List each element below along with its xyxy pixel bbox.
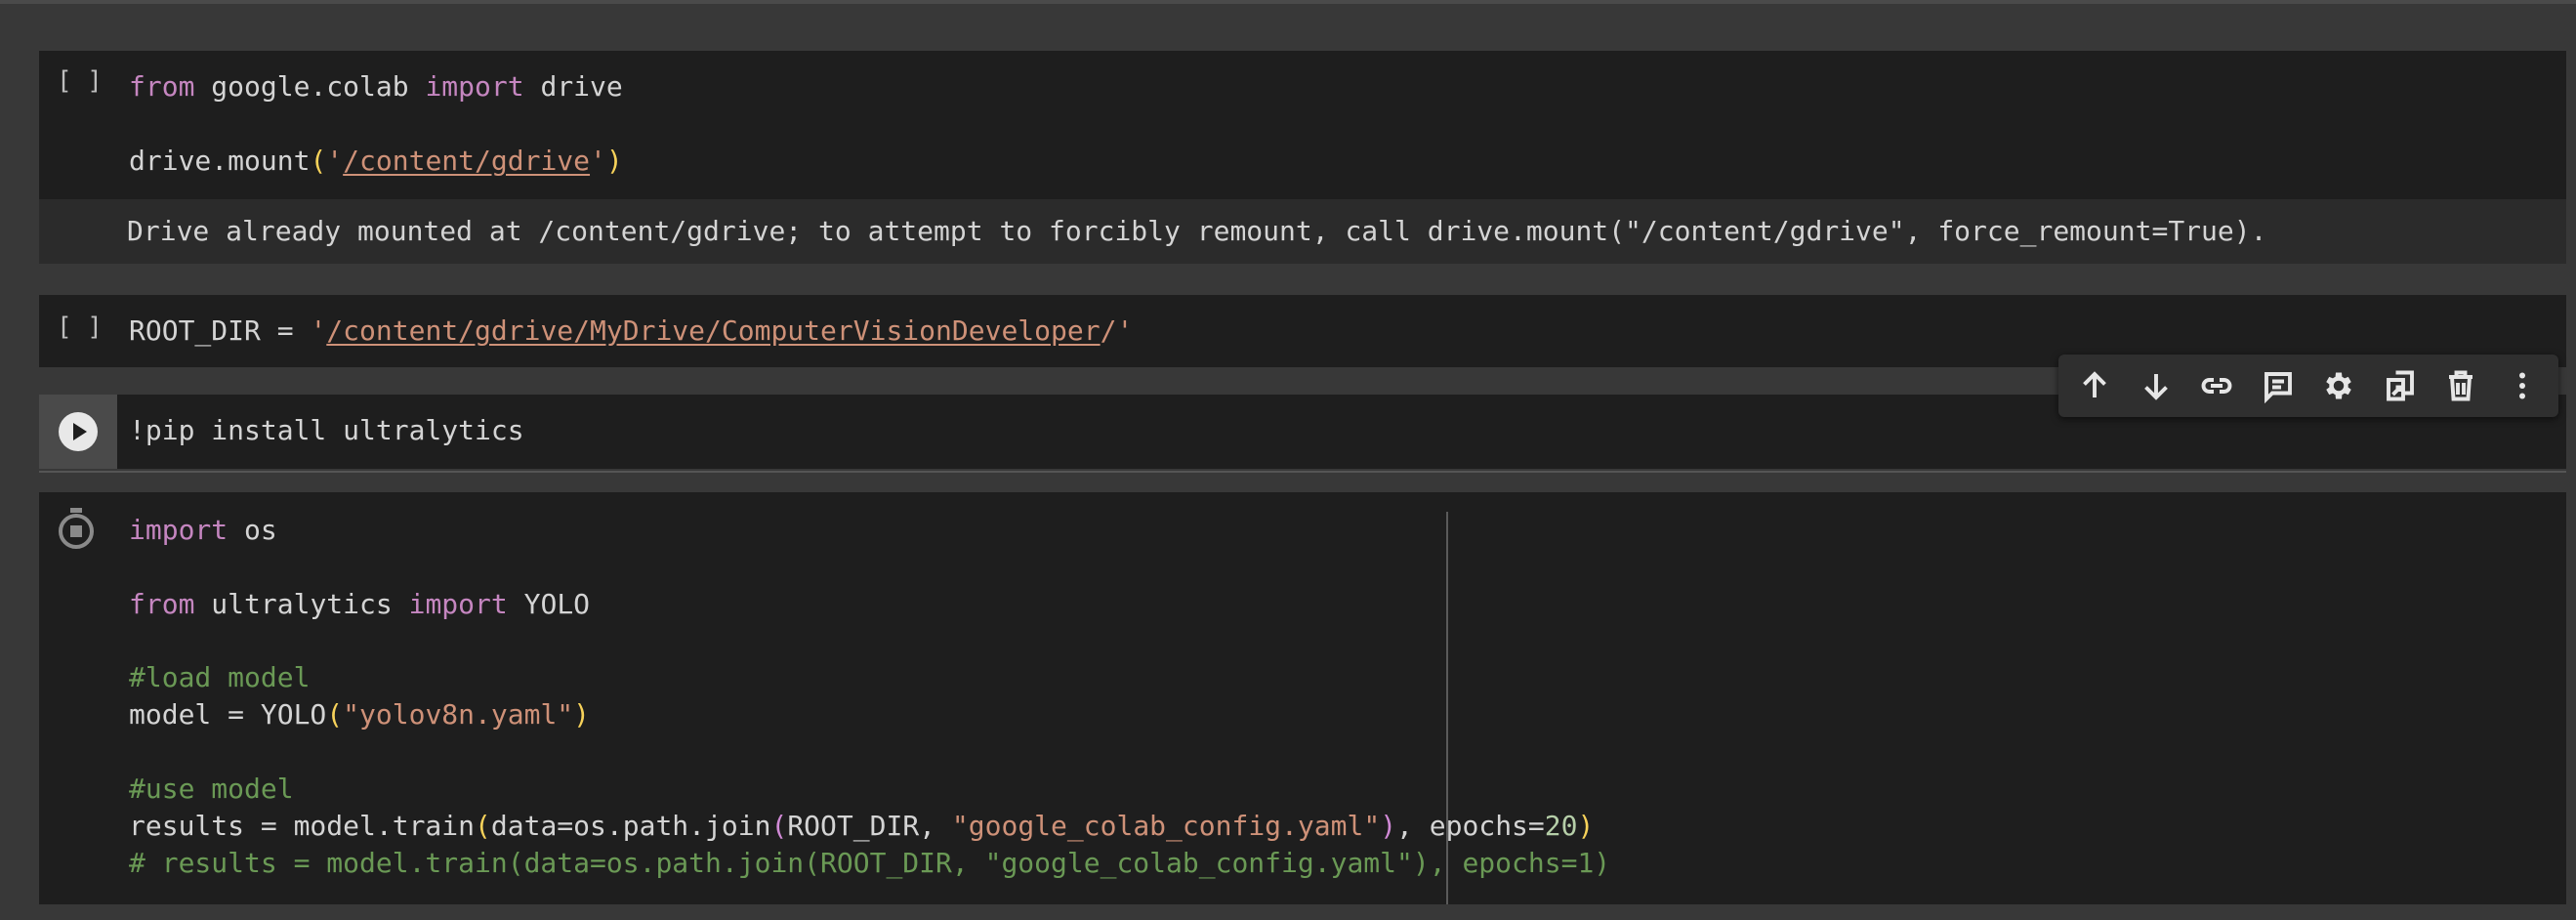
paren: ): [1577, 810, 1595, 842]
quote: ': [590, 145, 606, 177]
string: "google_colab_config.yaml": [951, 810, 1381, 842]
code-cell-train-model[interactable]: import os from ultralytics import YOLO #…: [39, 492, 2566, 904]
code-line-7[interactable]: # results = model.train(data=os.path.joi…: [129, 845, 1610, 882]
keyword: from: [129, 70, 195, 103]
paren: ): [605, 145, 623, 177]
path-link[interactable]: /content/gdrive/MyDrive/ComputerVisionDe…: [326, 314, 1100, 347]
code-line-4[interactable]: model = YOLO("yolov8n.yaml"): [129, 696, 590, 733]
paren: (: [326, 698, 344, 731]
code-line-1[interactable]: !pip install ultralytics: [129, 412, 524, 449]
cell-toolbar: [2058, 355, 2558, 417]
code-text: YOLO: [507, 588, 591, 620]
comment: #use model: [129, 773, 294, 805]
trash-icon[interactable]: [2437, 362, 2484, 409]
quote: ': [326, 145, 344, 177]
path-link[interactable]: /content/gdrive: [343, 145, 590, 177]
code-line-3[interactable]: #load model: [129, 659, 310, 696]
play-icon[interactable]: [59, 412, 98, 451]
keyword: import: [425, 70, 524, 103]
colab-notebook: [ ] from google.colab import drive drive…: [0, 0, 2576, 920]
number: 20: [1544, 810, 1578, 842]
arrow-up-icon[interactable]: [2071, 362, 2118, 409]
keyword: import: [129, 514, 229, 546]
run-cell-area[interactable]: [39, 395, 117, 469]
mirror-cell-icon[interactable]: [2377, 362, 2424, 409]
cell-execution-count[interactable]: [ ]: [57, 313, 103, 342]
cell-output: Drive already mounted at /content/gdrive…: [39, 199, 2566, 264]
keyword: import: [408, 588, 508, 620]
code-text: ultralytics: [194, 588, 409, 620]
output-text: Drive already mounted at /content/gdrive…: [127, 215, 2267, 247]
link-icon[interactable]: [2193, 362, 2240, 409]
code-text: os: [228, 514, 277, 546]
code-text: results = model.train: [129, 810, 476, 842]
stop-execution-icon[interactable]: [59, 508, 94, 549]
paren: (: [310, 145, 327, 177]
comment: # results = model.train(data=os.path.joi…: [129, 847, 1611, 879]
quote: ': [310, 314, 327, 347]
code-text: ROOT_DIR =: [129, 314, 311, 347]
keyword: from: [129, 588, 195, 620]
paren: ): [1380, 810, 1397, 842]
code-line-5[interactable]: #use model: [129, 771, 294, 808]
code-line-1[interactable]: import os: [129, 512, 277, 549]
code-text: drive.mount: [129, 145, 311, 177]
code-line-6[interactable]: results = model.train(data=os.path.join(…: [129, 808, 1594, 845]
code-text: data=os.path.join: [490, 810, 771, 842]
code-text: model = YOLO: [129, 698, 327, 731]
paren: (: [770, 810, 788, 842]
ruler-guide-line: [1446, 512, 1448, 904]
comment: #load model: [129, 661, 311, 693]
quote: /': [1100, 314, 1134, 347]
code-cell-drive-mount[interactable]: [ ] from google.colab import drive drive…: [39, 51, 2566, 199]
top-border: [0, 0, 2576, 4]
arrow-down-icon[interactable]: [2133, 362, 2180, 409]
code-text: drive: [523, 70, 623, 103]
cell-separator: [39, 471, 2566, 473]
cell-execution-count[interactable]: [ ]: [57, 66, 103, 96]
code-text: , epochs=: [1396, 810, 1545, 842]
code-text: !pip install ultralytics: [129, 414, 524, 446]
string: "yolov8n.yaml": [343, 698, 574, 731]
paren: ): [573, 698, 591, 731]
more-vert-icon[interactable]: [2499, 362, 2546, 409]
code-line-1[interactable]: from google.colab import drive: [129, 68, 623, 105]
gear-icon[interactable]: [2315, 362, 2362, 409]
code-line-1[interactable]: ROOT_DIR = '/content/gdrive/MyDrive/Comp…: [129, 313, 1133, 350]
paren: (: [475, 810, 491, 842]
comment-icon[interactable]: [2255, 362, 2302, 409]
code-text: ROOT_DIR,: [787, 810, 952, 842]
code-line-2[interactable]: from ultralytics import YOLO: [129, 586, 590, 623]
code-text: google.colab: [194, 70, 426, 103]
code-line-2[interactable]: drive.mount('/content/gdrive'): [129, 143, 623, 180]
